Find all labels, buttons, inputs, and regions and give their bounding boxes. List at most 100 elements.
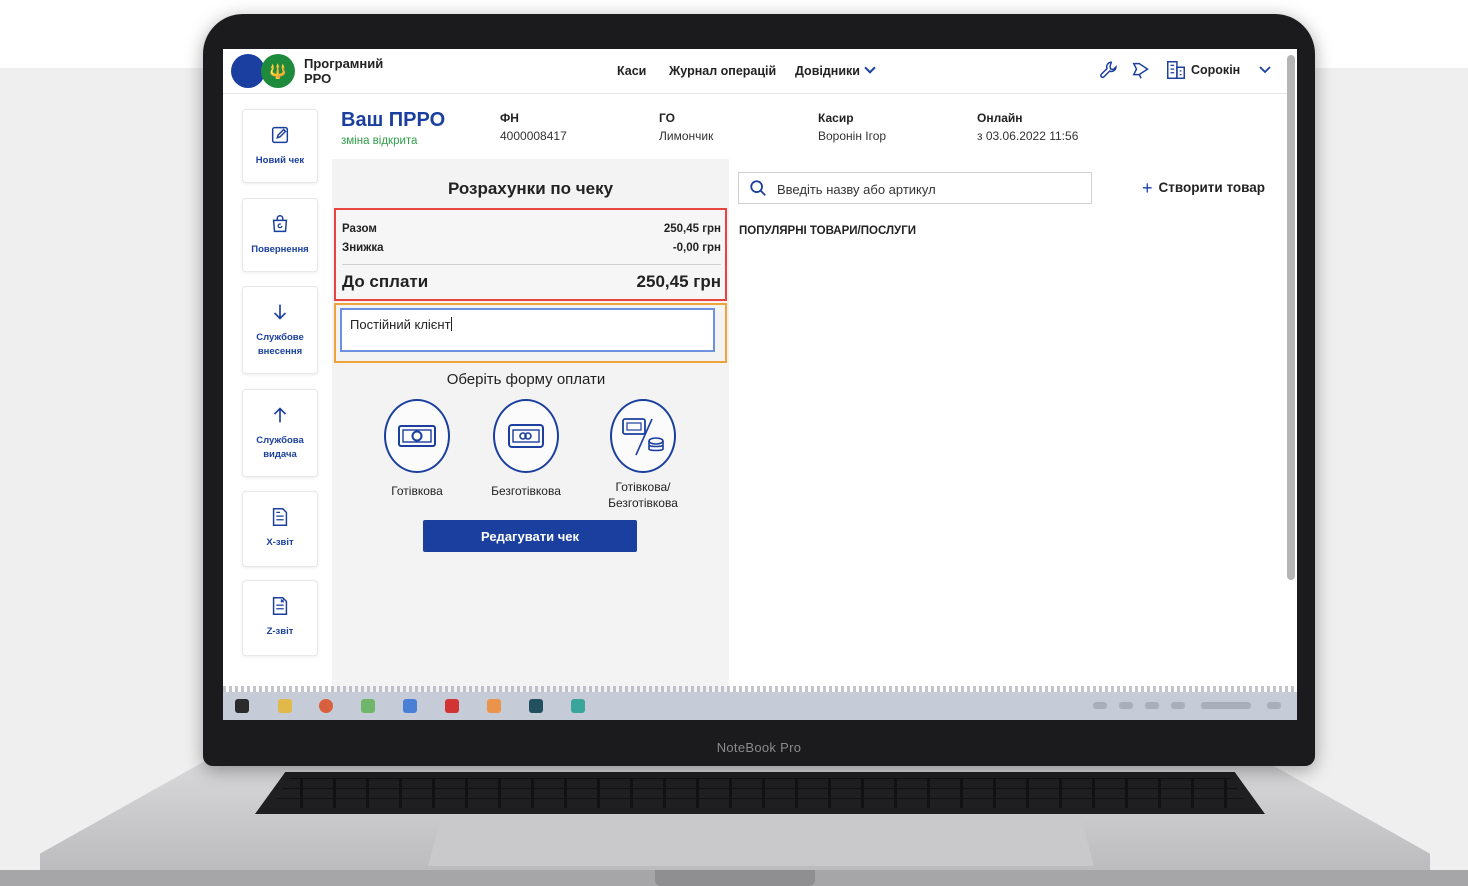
os-taskbar — [223, 692, 1297, 720]
start-icon[interactable] — [235, 699, 249, 713]
info-cashier-label: Касир — [818, 111, 854, 125]
tray-icon[interactable] — [1119, 702, 1133, 709]
sidebar-item-label: Службова видача — [256, 435, 304, 460]
user-chevron-down-icon[interactable] — [1258, 63, 1272, 77]
due-label: До сплати — [342, 272, 429, 291]
sidebar-item-service-withdrawal[interactable]: Службова видача — [242, 389, 318, 477]
scrollbar[interactable] — [1287, 55, 1295, 580]
create-product-label: Створити товар — [1158, 180, 1266, 195]
pay-cash-label: Готівкова — [391, 484, 443, 498]
prro-title: Ваш ПРРО — [341, 109, 446, 131]
popular-products-heading: ПОПУЛЯРНІ ТОВАРИ/ПОСЛУГИ — [739, 225, 916, 237]
total-value: 250,45 грн — [663, 223, 721, 235]
payment-method-heading: Оберіть форму оплати — [446, 371, 606, 388]
plus-icon: + — [1142, 178, 1153, 198]
total-label: Разом — [342, 223, 377, 235]
pay-cash-button[interactable] — [384, 399, 450, 473]
search-input[interactable] — [775, 178, 1079, 200]
sidebar-item-label: Х-звіт — [266, 537, 294, 548]
arrow-up-icon — [273, 407, 287, 423]
tray-icon[interactable] — [1093, 702, 1107, 709]
app-orange-icon[interactable] — [487, 699, 501, 713]
nav-directories[interactable]: Довідники — [795, 62, 876, 78]
nav-kasy[interactable]: Каси — [617, 64, 646, 78]
sidebar-item-label: Повернення — [251, 244, 309, 255]
tray-clock[interactable] — [1201, 702, 1251, 709]
pay-cash-option[interactable]: Готівкова — [362, 399, 472, 499]
edit-icon — [271, 126, 289, 144]
cash-icon — [398, 425, 436, 447]
pay-card-option[interactable]: Безготівкова — [471, 399, 581, 499]
app-red-icon[interactable] — [445, 699, 459, 713]
sidebar-item-z-report[interactable]: Z-звіт — [242, 580, 318, 656]
tray-icon[interactable] — [1145, 702, 1159, 709]
sidebar-item-new-receipt[interactable]: Новий чек — [242, 109, 318, 183]
due-value: 250,45 грн — [636, 272, 721, 291]
x-report-icon — [272, 508, 288, 526]
wrench-icon[interactable] — [1098, 59, 1120, 81]
total-row: Разом 250,45 грн — [342, 223, 721, 235]
info-go-label: ГО — [659, 111, 675, 125]
sidebar-item-label: Z-звіт — [266, 626, 294, 637]
comment-text: Постійний клієнт — [350, 317, 451, 332]
info-go-value: Лимончик — [659, 129, 714, 143]
browser-icon[interactable] — [319, 699, 333, 713]
comment-highlight: Постійний клієнт — [334, 303, 727, 363]
chevron-down-icon — [864, 62, 876, 74]
tray-icon[interactable] — [1171, 702, 1185, 709]
return-bag-icon — [272, 215, 288, 233]
info-go: ГО Лимончик — [659, 111, 713, 143]
edit-receipt-button[interactable]: Редагувати чек — [423, 520, 637, 552]
megaphone-icon[interactable] — [1131, 59, 1153, 81]
nav-journal[interactable]: Журнал операцій — [669, 64, 776, 78]
info-online: Онлайн з 03.06.2022 11:56 — [977, 111, 1078, 143]
keyboard-keys — [270, 778, 1250, 808]
app-green-icon[interactable] — [361, 699, 375, 713]
app-blue-icon[interactable] — [403, 699, 417, 713]
payment-title: Розрахунки по чеку — [447, 179, 614, 198]
pay-card-label: Безготівкова — [491, 484, 561, 498]
due-row: До сплати 250,45 грн — [342, 272, 721, 292]
laptop-label: NoteBook Pro — [716, 740, 802, 755]
info-online-label: Онлайн — [977, 111, 1023, 125]
app-cyan-icon[interactable] — [571, 699, 585, 713]
create-product-button[interactable]: + Створити товар — [1142, 178, 1265, 199]
payment-panel: Розрахунки по чеку Разом 250,45 грн Зниж… — [332, 159, 729, 692]
comment-input[interactable]: Постійний клієнт — [340, 308, 715, 352]
info-fn-label: ФН — [500, 111, 519, 125]
sidebar-item-service-deposit[interactable]: Службове внесення — [242, 286, 318, 374]
trident-logo-icon: 🔱 — [261, 54, 295, 88]
totals-divider — [342, 264, 721, 265]
pay-mixed-option[interactable]: Готівкова/ Безготівкова — [588, 399, 698, 511]
pay-mixed-label: Готівкова/ Безготівкова — [608, 480, 678, 510]
card-icon — [508, 424, 544, 448]
search-icon — [750, 180, 766, 196]
logo-circle-blue — [231, 54, 265, 88]
cash-card-coins-icon — [622, 418, 664, 456]
laptop-notch — [655, 870, 815, 886]
totals-box: Разом 250,45 грн Знижка -0,00 грн До спл… — [334, 208, 727, 301]
pay-mixed-button[interactable] — [610, 399, 676, 473]
app-teal-icon[interactable] — [529, 699, 543, 713]
pay-card-button[interactable] — [493, 399, 559, 473]
building-icon[interactable] — [1165, 59, 1187, 81]
z-report-icon — [272, 597, 288, 615]
info-cashier-value: Воронін Ігор — [818, 129, 887, 143]
info-online-value: з 03.06.2022 11:56 — [977, 129, 1079, 143]
shift-status: зміна відкрита — [341, 135, 418, 147]
sidebar-item-label: Новий чек — [255, 155, 305, 166]
info-cashier: Касир Воронін Ігор — [818, 111, 886, 143]
info-fn: ФН 4000008417 — [500, 111, 567, 143]
user-name[interactable]: Сорокін — [1191, 63, 1240, 77]
laptop-trackpad — [428, 816, 1094, 866]
tray-notifications[interactable] — [1267, 702, 1281, 709]
sidebar-item-label: Службове внесення — [256, 332, 304, 357]
brand-title: Програмний РРО — [304, 56, 384, 86]
discount-value: -0,00 грн — [672, 242, 721, 254]
folder-icon[interactable] — [278, 699, 292, 713]
app-header: 🔱 Програмний РРО Каси Журнал операцій До… — [223, 49, 1287, 94]
sidebar-item-return[interactable]: Повернення — [242, 198, 318, 272]
sidebar-item-x-report[interactable]: Х-звіт — [242, 491, 318, 567]
text-caret — [450, 317, 452, 331]
product-search[interactable] — [738, 172, 1092, 204]
